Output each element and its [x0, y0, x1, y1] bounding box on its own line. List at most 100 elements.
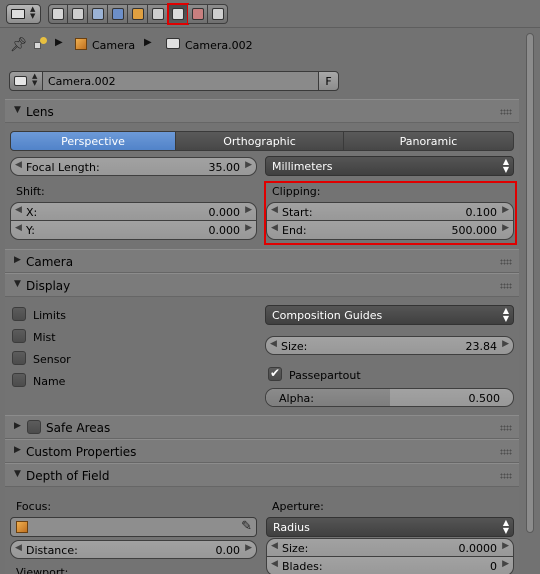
drag-grip-icon[interactable]	[500, 283, 512, 289]
breadcrumb-camera-data: Camera.002	[185, 39, 253, 52]
display-panel-header[interactable]: ▼ Display	[5, 273, 519, 297]
safe-areas-checkbox[interactable]	[27, 420, 41, 434]
name-label: Name	[33, 375, 66, 388]
tab-scene[interactable]	[88, 4, 108, 24]
tab-render-layers[interactable]	[68, 4, 88, 24]
constraints-icon	[151, 8, 164, 20]
scene-icon	[34, 37, 48, 51]
pin-icon[interactable]: 📌︎	[10, 37, 28, 53]
drag-grip-icon[interactable]	[500, 473, 512, 479]
collapsed-triangle-icon: ▶	[14, 445, 21, 455]
tab-particles[interactable]	[208, 4, 228, 24]
camera-panel-header[interactable]: ▶ Camera	[5, 249, 519, 273]
display-panel-title: Display	[26, 279, 71, 293]
tab-panoramic[interactable]: Panoramic	[343, 131, 514, 151]
decrement-arrow-icon[interactable]: ◀	[15, 223, 22, 233]
decrement-arrow-icon[interactable]: ◀	[270, 339, 277, 349]
chevron-updown-icon: ▲ ▼	[502, 518, 509, 535]
lens-panel-title: Lens	[26, 105, 54, 119]
passepartout-checkbox[interactable]	[268, 366, 282, 381]
decrement-arrow-icon[interactable]: ◀	[271, 559, 278, 569]
increment-arrow-icon[interactable]: ▶	[502, 339, 509, 349]
tab-world[interactable]	[108, 4, 128, 24]
display-size-value: 23.84	[465, 340, 498, 353]
expanded-triangle-icon: ▼	[14, 105, 21, 115]
shift-y-field[interactable]: ◀ Y: 0.000 ▶	[10, 221, 257, 240]
eyedropper-icon[interactable]: ✎	[241, 519, 252, 534]
tab-camera-data[interactable]	[167, 3, 189, 25]
passepartout-label: Passepartout	[289, 369, 361, 382]
tab-texture[interactable]	[188, 4, 208, 24]
increment-arrow-icon[interactable]: ▶	[245, 160, 252, 170]
properties-header: ▲ ▼	[0, 0, 540, 28]
aperture-type-dropdown[interactable]: Radius ▲ ▼	[266, 517, 514, 537]
sensor-checkbox[interactable]	[12, 351, 26, 365]
focus-distance-field[interactable]: ◀ Distance: 0.00 ▶	[10, 540, 257, 559]
increment-arrow-icon[interactable]: ▶	[245, 223, 252, 233]
world-icon	[111, 8, 124, 20]
shift-label: Shift:	[16, 185, 45, 198]
object-icon	[75, 38, 87, 50]
lens-panel-header[interactable]: ▼ Lens	[5, 99, 519, 123]
limits-checkbox[interactable]	[12, 307, 26, 321]
chevron-updown-icon: ▲ ▼	[32, 72, 38, 87]
datablock-browse-button[interactable]: ▲ ▼	[9, 71, 43, 91]
expanded-triangle-icon: ▼	[14, 469, 21, 479]
tab-orthographic[interactable]: Orthographic	[175, 131, 344, 151]
tab-render[interactable]	[48, 4, 68, 24]
display-size-field[interactable]: ◀ Size: 23.84 ▶	[265, 336, 514, 355]
composition-guides-dropdown[interactable]: Composition Guides ▲ ▼	[265, 305, 514, 325]
increment-arrow-icon[interactable]: ▶	[245, 543, 252, 553]
focus-object-field[interactable]: ✎	[10, 517, 257, 537]
mist-checkbox[interactable]	[12, 329, 26, 343]
expanded-triangle-icon: ▼	[14, 279, 21, 289]
mist-label: Mist	[33, 331, 56, 344]
drag-grip-icon[interactable]	[500, 109, 512, 115]
name-checkbox[interactable]	[12, 373, 26, 387]
scene-icon	[91, 8, 104, 20]
editor-type-button[interactable]: ▲ ▼	[6, 4, 41, 24]
lens-unit-dropdown[interactable]: Millimeters ▲ ▼	[265, 156, 514, 176]
drag-grip-icon[interactable]	[500, 449, 512, 455]
context-tabs	[48, 3, 228, 25]
decrement-arrow-icon[interactable]: ◀	[271, 541, 278, 551]
increment-arrow-icon[interactable]: ▶	[245, 205, 252, 215]
tab-constraints[interactable]	[148, 4, 168, 24]
decrement-arrow-icon[interactable]: ◀	[15, 160, 22, 170]
aperture-blades-value: 0	[490, 560, 497, 573]
aperture-blades-field[interactable]: ◀ Blades: 0 ▶	[266, 557, 514, 574]
focal-length-label: Focal Length:	[26, 161, 100, 174]
breadcrumb-separator: ▶	[55, 37, 63, 48]
limits-label: Limits	[33, 309, 66, 322]
shift-y-value: 0.000	[208, 224, 241, 237]
increment-arrow-icon[interactable]: ▶	[502, 541, 509, 551]
decrement-arrow-icon[interactable]: ◀	[15, 543, 22, 553]
focal-length-value: 35.00	[208, 161, 241, 174]
viewport-label: Viewport:	[16, 566, 69, 574]
scrollbar-thumb[interactable]	[526, 33, 534, 533]
breadcrumb: 📌︎ ▶ Camera ▶ Camera.002	[0, 32, 520, 58]
focal-length-field[interactable]: ◀ Focal Length: 35.00 ▶	[10, 157, 257, 176]
custom-properties-panel-header[interactable]: ▶ Custom Properties	[5, 439, 519, 463]
alpha-slider[interactable]: Alpha: 0.500	[265, 388, 514, 407]
focus-distance-label: Distance:	[26, 544, 78, 557]
safe-areas-panel-header[interactable]: ▶ Safe Areas	[5, 415, 519, 439]
decrement-arrow-icon[interactable]: ◀	[15, 205, 22, 215]
clipping-highlight	[264, 181, 517, 245]
aperture-size-field[interactable]: ◀ Size: 0.0000 ▶	[266, 538, 514, 557]
alpha-value: 0.500	[468, 392, 501, 405]
tab-perspective[interactable]: Perspective	[10, 131, 176, 151]
particles-icon	[211, 8, 224, 20]
aperture-label: Aperture:	[272, 500, 324, 513]
vertical-scrollbar[interactable]	[524, 31, 536, 574]
drag-grip-icon[interactable]	[500, 259, 512, 265]
increment-arrow-icon[interactable]: ▶	[502, 559, 509, 569]
fake-user-button[interactable]: F	[318, 71, 339, 91]
aperture-size-value: 0.0000	[458, 542, 498, 555]
tab-object[interactable]	[128, 4, 148, 24]
drag-grip-icon[interactable]	[500, 425, 512, 431]
depth-of-field-panel-header[interactable]: ▼ Depth of Field	[5, 463, 519, 487]
camera-panel-title: Camera	[26, 255, 74, 269]
shift-x-field[interactable]: ◀ X: 0.000 ▶	[10, 202, 257, 221]
datablock-name-field[interactable]: Camera.002	[42, 71, 319, 91]
